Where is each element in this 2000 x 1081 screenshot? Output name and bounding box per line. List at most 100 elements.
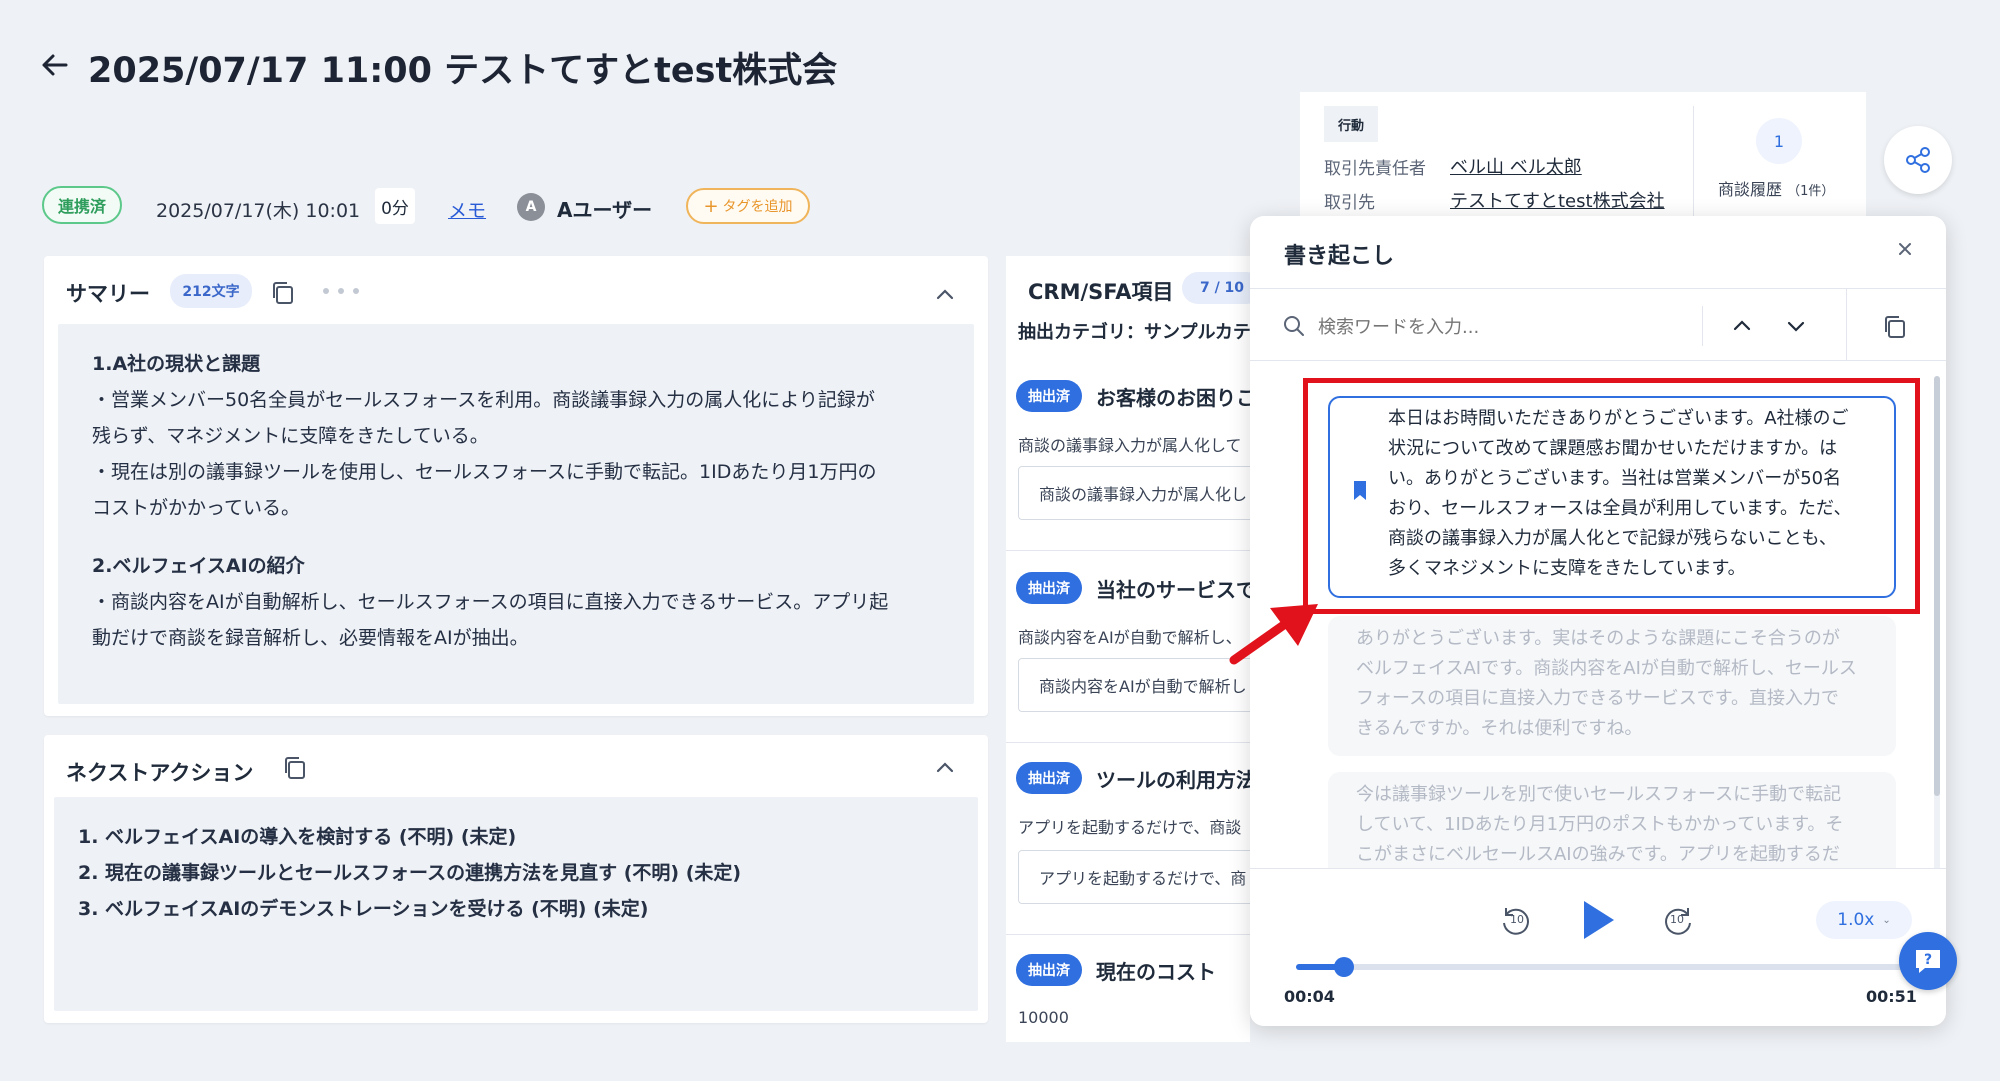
summary-title: サマリー — [66, 282, 150, 306]
crm-item-field[interactable]: 商談内容をAIが自動で解析し — [1018, 658, 1250, 712]
action-tag: 行動 — [1324, 106, 1378, 142]
playback-speed-select[interactable]: 1.0x ⌄ — [1816, 901, 1912, 939]
status-badge: 連携済 — [42, 186, 122, 224]
summary-line: ・営業メンバー50名全員がセールスフォースを利用。商談議事録入力の属人化により記… — [92, 389, 875, 411]
help-chat-button[interactable]: ? — [1899, 932, 1957, 990]
extract-category: 抽出カテゴリ：サンプルカテ — [1018, 322, 1250, 343]
account-link[interactable]: テストてすとtest株式会社 — [1450, 187, 1665, 213]
summary-card: サマリー 212文字 1.A社の現状と課題 ・営業メンバー50名全員がセールスフ… — [44, 256, 988, 716]
summary-line: ・現在は別の議事録ツールを使用し、セールスフォースに手動で転記。1IDあたり月1… — [92, 461, 877, 483]
transcript-line: こがまさにベルセールスAIの強みです。アプリを起動するだ — [1356, 844, 1840, 865]
transcript-search-input[interactable] — [1316, 310, 1640, 344]
share-button[interactable] — [1884, 126, 1952, 194]
scrollbar-thumb[interactable] — [1934, 376, 1940, 796]
chevron-up-icon[interactable] — [1730, 314, 1754, 338]
extracted-badge: 抽出済 — [1016, 762, 1082, 794]
playback-speed: 1.0x — [1837, 910, 1875, 930]
history-label: 商談履歴 — [1718, 180, 1783, 199]
share-icon — [1906, 147, 1930, 173]
copy-icon[interactable] — [282, 755, 308, 781]
current-time: 00:04 — [1284, 987, 1335, 1006]
avatar: A — [517, 193, 545, 221]
divider — [1702, 306, 1703, 346]
next-action-item: 2. 現在の議事録ツールとセールスフォースの連携方法を見直す (不明) (未定) — [78, 862, 742, 884]
memo-link[interactable]: メモ — [448, 196, 486, 223]
info-label: 取引先責任者 — [1324, 159, 1426, 179]
transcript-line: きるんですか。それは便利ですね。 — [1356, 718, 1643, 739]
summary-heading: 1.A社の現状と課題 — [92, 353, 261, 375]
play-icon[interactable] — [1578, 897, 1618, 943]
page-title: 2025/07/17 11:00 テストてすとtest株式会 — [88, 51, 838, 91]
crm-item-title: 当社のサービスで — [1096, 578, 1250, 602]
divider — [1846, 288, 1847, 360]
total-time: 00:51 — [1866, 987, 1917, 1006]
highlight-box — [1303, 378, 1920, 614]
transcript-line: していて、1IDあたり月1万円のポストもかかっています。そ — [1356, 814, 1844, 835]
summary-line: ・商談内容をAIが自動解析し、セールスフォースの項目に直接入力できるサービス。ア… — [92, 591, 889, 613]
next-action-title: ネクストアクション — [66, 761, 254, 785]
add-tag-button[interactable]: + タグを追加 — [686, 188, 810, 224]
help-icon: ? — [1916, 950, 1940, 973]
history-label-group[interactable]: 商談履歴 （1件） — [1718, 176, 1834, 200]
forward-seconds: 10 — [1670, 913, 1684, 926]
contact-link[interactable]: ベル山 ベル太郎 — [1450, 153, 1582, 179]
chevron-down-icon: ⌄ — [1882, 914, 1891, 926]
more-dots-icon[interactable] — [320, 284, 364, 298]
transcript-panel: 書き起こし 本日はお時間いただきありがとうございます。A社様のご 状況について改… — [1250, 216, 1946, 1026]
progress-track[interactable] — [1296, 957, 1906, 977]
crm-item-title: ツールの利用方法 — [1096, 768, 1250, 792]
rewind-10-icon[interactable]: 10 — [1498, 903, 1534, 939]
crm-item-title: 現在のコスト — [1096, 960, 1216, 984]
transcript-segment[interactable]: ありがとうございます。実はそのような課題にこそ合うのが ベルフェイスAIです。商… — [1328, 616, 1896, 756]
history-sub: （1件） — [1787, 184, 1835, 199]
rewind-seconds: 10 — [1510, 913, 1524, 926]
add-tag-label: タグを追加 — [722, 199, 793, 215]
divider — [1693, 106, 1694, 218]
crm-item-desc: アプリを起動するだけで、商談 — [1018, 818, 1242, 837]
search-icon — [1282, 314, 1306, 338]
summary-line: コストがかかっている。 — [92, 497, 301, 519]
summary-body: 1.A社の現状と課題 ・営業メンバー50名全員がセールスフォースを利用。商談議事… — [58, 324, 974, 704]
svg-text:?: ? — [1924, 952, 1932, 968]
divider — [1006, 934, 1250, 935]
crm-item-value: 10000 — [1018, 1008, 1069, 1027]
transcript-title: 書き起こし — [1284, 244, 1395, 269]
crm-sfa-panel: CRM/SFA項目 7 / 10 抽出カテゴリ：サンプルカテ 抽出済 お客様のお… — [1006, 256, 1250, 1042]
crm-item-field[interactable]: アプリを起動するだけで、商 — [1018, 850, 1250, 904]
crm-item-title: お客様のお困りこ — [1096, 386, 1250, 410]
info-label: 取引先 — [1324, 193, 1375, 213]
next-action-item: 1. ベルフェイスAIの導入を検討する (不明) (未定) — [78, 826, 517, 848]
chevron-down-icon[interactable] — [1784, 314, 1808, 338]
audio-player: 10 10 1.0x ⌄ 00:04 00:51 — [1250, 869, 1946, 1026]
back-arrow-icon[interactable] — [36, 46, 74, 84]
copy-icon[interactable] — [270, 280, 296, 306]
scrollbar-track[interactable] — [1934, 376, 1940, 896]
transcript-line: ベルフェイスAIです。商談内容をAIが自動で解析し、セールス — [1356, 658, 1857, 679]
collapse-chevron-icon[interactable] — [934, 757, 956, 779]
next-action-item: 3. ベルフェイスAIのデモンストレーションを受ける (不明) (未定) — [78, 898, 649, 920]
user-name: Aユーザー — [557, 198, 653, 222]
red-arrow-icon — [1229, 604, 1318, 665]
divider — [1250, 288, 1946, 289]
summary-line: 残らず、マネジメントに支障をきたしている。 — [92, 425, 489, 447]
history-count-badge[interactable]: 1 — [1756, 118, 1802, 164]
crm-item-desc: 商談の議事録入力が属人化して — [1018, 436, 1242, 455]
plus-icon: + — [703, 195, 719, 217]
forward-10-icon[interactable]: 10 — [1660, 903, 1696, 939]
divider — [1006, 550, 1250, 551]
crm-item-field[interactable]: 商談の議事録入力が属人化し — [1018, 466, 1250, 520]
next-action-card: ネクストアクション 1. ベルフェイスAIの導入を検討する (不明) (未定) … — [44, 735, 988, 1023]
transcript-line: ありがとうございます。実はそのような課題にこそ合うのが — [1356, 628, 1840, 649]
meeting-datetime: 2025/07/17(木) 10:01 — [156, 200, 361, 222]
close-icon[interactable] — [1894, 238, 1916, 260]
divider — [1250, 360, 1946, 361]
extracted-badge: 抽出済 — [1016, 572, 1082, 604]
transcript-line: フォースの項目に直接入力できるサービスです。直接入力で — [1356, 688, 1839, 709]
crm-title: CRM/SFA項目 — [1028, 280, 1174, 304]
summary-heading: 2.ベルフェイスAIの紹介 — [92, 555, 305, 577]
collapse-chevron-icon[interactable] — [934, 284, 956, 306]
copy-icon[interactable] — [1882, 314, 1908, 340]
progress-knob[interactable] — [1333, 957, 1354, 977]
extracted-badge: 抽出済 — [1016, 954, 1082, 986]
crm-count-badge: 7 / 10 — [1182, 272, 1250, 304]
